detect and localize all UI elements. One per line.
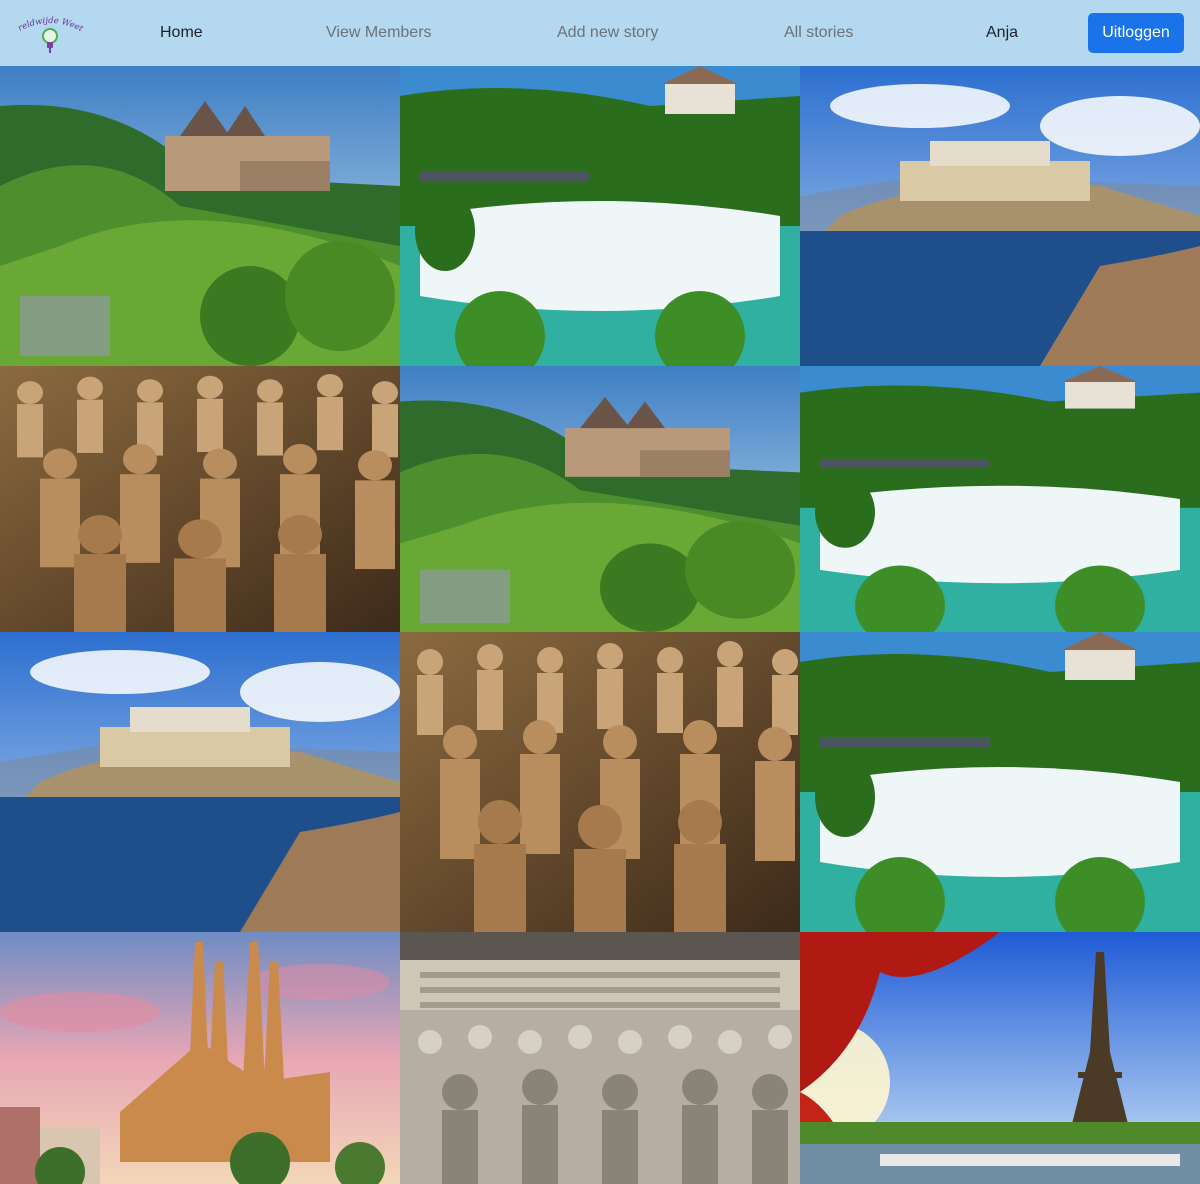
gallery-photo-coast[interactable] bbox=[800, 66, 1200, 366]
nav-view-members[interactable]: View Members bbox=[326, 22, 432, 44]
terracotta-warriors-photo-icon bbox=[0, 366, 400, 632]
waterfall-photo-icon bbox=[800, 632, 1200, 932]
logout-button[interactable]: Uitloggen bbox=[1088, 13, 1184, 53]
coastal-citadel-photo-icon bbox=[800, 66, 1200, 366]
waterfall-photo-icon bbox=[400, 66, 800, 366]
story-gallery bbox=[0, 66, 1200, 1184]
gallery-photo-castle[interactable] bbox=[400, 366, 800, 632]
cathedral-photo-icon bbox=[0, 932, 400, 1184]
gallery-photo-waterfall[interactable] bbox=[400, 66, 800, 366]
nav-home[interactable]: Home bbox=[160, 22, 203, 44]
gallery-photo-castle[interactable] bbox=[0, 66, 400, 366]
gallery-photo-waterfall[interactable] bbox=[800, 366, 1200, 632]
nav-add-new-story[interactable]: Add new story bbox=[557, 22, 658, 44]
gallery-photo-waterfall[interactable] bbox=[800, 632, 1200, 932]
nav-all-stories[interactable]: All stories bbox=[784, 22, 853, 44]
gallery-photo-warriors[interactable] bbox=[0, 366, 400, 632]
gallery-photo-eiffel[interactable] bbox=[800, 932, 1200, 1184]
eiffel-tower-photo-icon bbox=[800, 932, 1200, 1184]
terracotta-army-hall-photo-icon bbox=[400, 932, 800, 1184]
terracotta-warriors-photo-icon bbox=[400, 632, 800, 932]
coastal-citadel-photo-icon bbox=[0, 632, 400, 932]
site-logo[interactable]: Wereldwijde Weetjes bbox=[8, 0, 88, 60]
lightbulb-logo-icon: Wereldwijde Weetjes bbox=[8, 0, 85, 53]
gallery-photo-terracotta-hall[interactable] bbox=[400, 932, 800, 1184]
castle-photo-icon bbox=[0, 66, 400, 366]
castle-photo-icon bbox=[400, 366, 800, 632]
gallery-photo-cathedral[interactable] bbox=[0, 932, 400, 1184]
gallery-photo-coast[interactable] bbox=[0, 632, 400, 932]
waterfall-photo-icon bbox=[800, 366, 1200, 632]
user-name[interactable]: Anja bbox=[986, 22, 1018, 44]
navbar: Wereldwijde Weetjes Home View Members Ad… bbox=[0, 0, 1200, 66]
gallery-photo-warriors[interactable] bbox=[400, 632, 800, 932]
